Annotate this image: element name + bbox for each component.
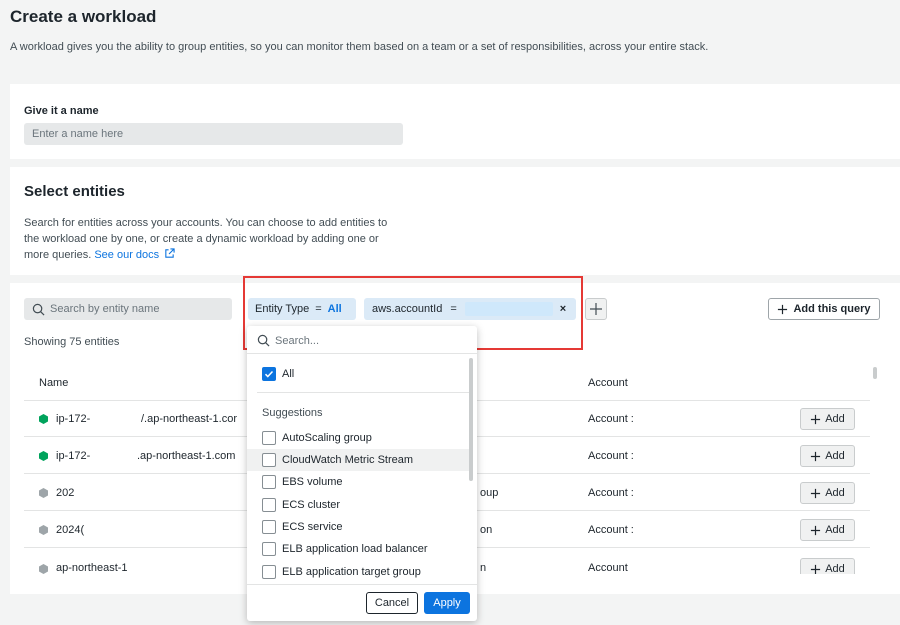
option-label: EBS volume: [282, 476, 343, 488]
entity-type: oup: [480, 487, 499, 499]
checkbox[interactable]: [262, 431, 276, 445]
status-dot: [39, 488, 48, 498]
add-entity-button[interactable]: Add: [800, 445, 855, 467]
entity-search-input[interactable]: Search by entity name: [24, 298, 232, 320]
external-link-icon: [165, 248, 175, 258]
plus-icon: [811, 564, 821, 574]
dropdown-footer-divider: [247, 584, 477, 585]
entity-account: Account: [588, 562, 628, 574]
option-label: ECS service: [282, 521, 343, 533]
select-entities-card: Select entities Search for entities acro…: [10, 167, 900, 275]
plus-icon: [590, 303, 602, 315]
column-header-name[interactable]: Name: [39, 377, 68, 389]
option-ecs-service[interactable]: ECS service: [247, 516, 469, 538]
table-scrollbar[interactable]: [873, 367, 877, 379]
add-entity-button[interactable]: Add: [800, 482, 855, 504]
entity-name-suffix: .ap-northeast-1.com: [137, 450, 236, 462]
checkbox-all[interactable]: [262, 367, 276, 381]
entity-name[interactable]: ip-172-: [56, 450, 90, 462]
option-cloudwatch-metric-stream[interactable]: CloudWatch Metric Stream: [247, 449, 469, 471]
entity-account: Account :: [588, 450, 634, 462]
name-card: Give it a name: [10, 84, 900, 159]
plus-icon: [778, 304, 788, 314]
plus-icon: [811, 525, 821, 535]
option-label: AutoScaling group: [282, 432, 372, 444]
status-dot: [39, 525, 48, 535]
option-elb-application-load-balancer[interactable]: ELB application load balancer: [247, 538, 469, 560]
entity-type: n: [480, 562, 487, 574]
option-label: ELB application load balancer: [282, 543, 428, 555]
option-ecs-cluster[interactable]: ECS cluster: [247, 494, 469, 516]
add-label: Add: [825, 413, 845, 425]
add-entity-button[interactable]: Add: [800, 519, 855, 541]
option-all-label: All: [282, 368, 295, 380]
status-dot: [39, 414, 48, 424]
add-label: Add: [825, 487, 845, 499]
status-dot: [39, 451, 48, 461]
search-icon: [257, 334, 270, 347]
checkbox[interactable]: [262, 498, 276, 512]
select-entities-text: Search for entities across your accounts…: [24, 217, 388, 261]
option-all[interactable]: All: [247, 363, 469, 385]
option-ebs-volume[interactable]: EBS volume: [247, 471, 469, 493]
apply-button[interactable]: Apply: [424, 592, 470, 614]
checkbox[interactable]: [262, 542, 276, 556]
cancel-button[interactable]: Cancel: [366, 592, 418, 614]
entity-account: Account :: [588, 487, 634, 499]
entity-name[interactable]: 202: [56, 487, 74, 499]
entity-name-suffix: /.ap-northeast-1.cor: [141, 413, 237, 425]
search-icon: [32, 303, 45, 315]
add-label: Add: [825, 524, 845, 536]
entity-type: on: [480, 524, 493, 536]
plus-icon: [811, 414, 821, 424]
entity-name[interactable]: ip-172-: [56, 413, 90, 425]
workload-name-input[interactable]: [24, 123, 403, 145]
select-entities-description: Search for entities across your accounts…: [24, 215, 394, 263]
page-title: Create a workload: [10, 7, 157, 26]
checkbox[interactable]: [262, 565, 276, 579]
option-label: CloudWatch Metric Stream: [282, 454, 414, 466]
entity-count: Showing 75 entities: [24, 336, 120, 348]
dropdown-search-placeholder: Search...: [275, 334, 320, 347]
column-header-account[interactable]: Account: [588, 377, 628, 389]
suggestions-heading: Suggestions: [262, 407, 323, 419]
entity-account: Account :: [588, 413, 634, 425]
select-entities-title: Select entities: [24, 183, 125, 200]
add-this-query-label: Add this query: [793, 303, 871, 315]
entity-search-placeholder: Search by entity name: [50, 303, 160, 315]
dropdown-divider: [257, 392, 469, 393]
plus-icon: [811, 451, 821, 461]
checkbox[interactable]: [262, 520, 276, 534]
checkbox[interactable]: [262, 475, 276, 489]
entity-type-dropdown: Search... All Suggestions AutoScaling gr…: [247, 326, 477, 621]
check-icon: [264, 370, 274, 378]
checkbox[interactable]: [262, 453, 276, 467]
see-docs-link[interactable]: See our docs: [94, 248, 175, 261]
option-label: ECS cluster: [282, 499, 341, 511]
option-autoscaling-group[interactable]: AutoScaling group: [247, 427, 469, 449]
entity-name[interactable]: ap-northeast-1: [56, 562, 128, 574]
page-description: A workload gives you the ability to grou…: [10, 41, 709, 53]
option-label: ELB application target group: [282, 566, 421, 578]
plus-icon: [811, 488, 821, 498]
add-entity-button[interactable]: Add: [800, 558, 855, 574]
option-elb-application-target-group[interactable]: ELB application target group: [247, 561, 469, 583]
entity-account: Account :: [588, 524, 634, 536]
dropdown-search-divider: [247, 353, 477, 354]
entity-name[interactable]: 2024(: [56, 524, 84, 536]
see-docs-label: See our docs: [94, 249, 160, 261]
add-this-query-button[interactable]: Add this query: [768, 298, 880, 320]
name-label: Give it a name: [24, 105, 99, 117]
dropdown-scrollbar[interactable]: [469, 358, 473, 481]
add-label: Add: [825, 563, 845, 574]
add-condition-button[interactable]: [585, 298, 607, 320]
dropdown-search-input[interactable]: Search...: [257, 334, 319, 347]
status-dot: [39, 564, 48, 574]
add-entity-button[interactable]: Add: [800, 408, 855, 430]
add-label: Add: [825, 450, 845, 462]
